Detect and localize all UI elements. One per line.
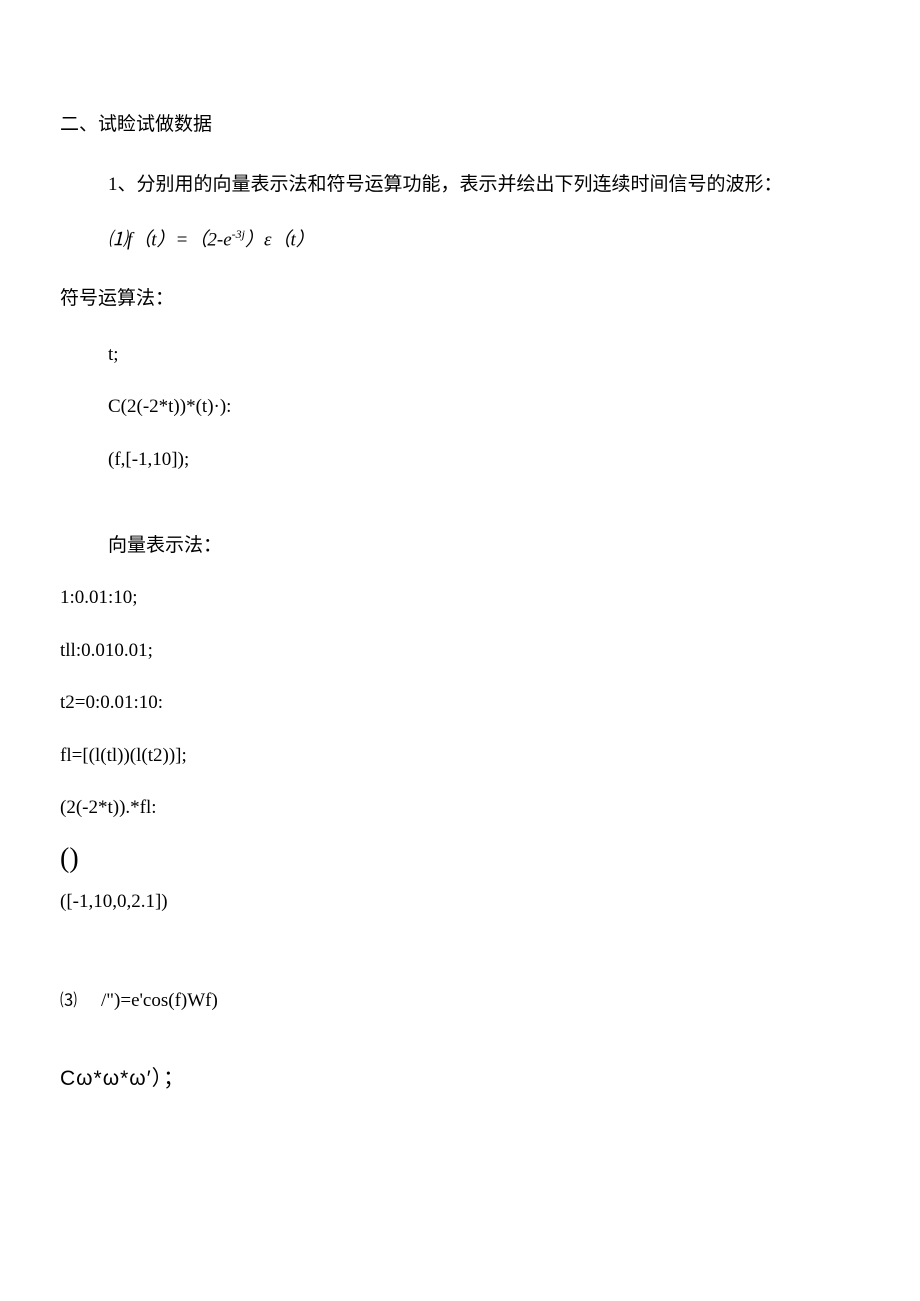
spacer-2 xyxy=(60,940,860,974)
symbolic-line-1: t; xyxy=(60,340,860,370)
item-3-body: /")=e'cos(f)Wf) xyxy=(101,990,218,1011)
symbolic-line-2: C(2(-2*t))*(t)·): xyxy=(60,392,860,422)
vector-line-1: 1:0.01:10; xyxy=(60,583,860,613)
formula-line: ⑴f（t）=（2-e-3j）ε（t） xyxy=(60,225,860,256)
item-3-number: ⑶ xyxy=(60,987,77,1014)
vector-line-4: fl=[(l(tl))(l(t2))]; xyxy=(60,741,860,771)
vector-method-label: 向量表示法： xyxy=(60,531,860,561)
vector-line-5: (2(-2*t)).*fl: xyxy=(60,793,860,823)
item-3: ⑶ /")=e'cos(f)Wf) xyxy=(60,986,860,1016)
document-page: 二、试睑试做数据 1、分别用的向量表示法和符号运算功能，表示并绘出下列连续时间信… xyxy=(0,0,920,1177)
question-1-intro: 1、分别用的向量表示法和符号运算功能，表示并绘出下列连续时间信号的波形： xyxy=(60,170,860,200)
greek-expression: Cω*ω*ω′）； xyxy=(60,1062,860,1096)
vector-line-7: ([-1,10,0,2.1]) xyxy=(60,887,860,917)
section-title: 二、试睑试做数据 xyxy=(60,110,860,140)
formula-exponent: -3j xyxy=(232,227,245,241)
symbolic-line-3: (f,[-1,10]); xyxy=(60,445,860,475)
symbolic-method-label: 符号运算法： xyxy=(60,284,860,314)
vector-line-3: t2=0:0.01:10: xyxy=(60,688,860,718)
vector-line-2: tll:0.010.01; xyxy=(60,636,860,666)
vector-line-6: () xyxy=(60,845,860,873)
formula-prefix: ⑴f（t）=（2-e xyxy=(108,229,232,250)
spacer xyxy=(60,497,860,531)
formula-suffix: ）ε（t） xyxy=(245,229,315,250)
